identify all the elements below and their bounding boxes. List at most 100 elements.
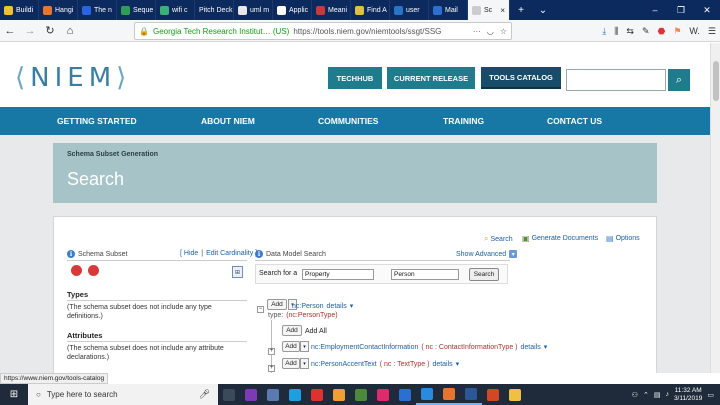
powerpoint-icon-glyph	[487, 388, 499, 401]
task-view-icon-glyph	[223, 388, 235, 401]
search-type-select[interactable]: Property	[302, 269, 374, 280]
remove-all-icon[interactable]	[88, 265, 99, 276]
taskbar-search-placeholder[interactable]: Type here to search	[47, 390, 118, 399]
divider	[67, 341, 247, 342]
add-button[interactable]: Add	[267, 299, 287, 310]
minecraft-icon-glyph	[355, 388, 367, 401]
add-button[interactable]: Add	[282, 341, 300, 352]
media-icon-glyph	[311, 388, 323, 401]
search-link-label[interactable]: Search	[490, 236, 512, 243]
clock[interactable]: 11:32 AM 3/11/2019	[674, 387, 702, 403]
data-model-search-header: i Data Model Search	[255, 250, 326, 258]
element-type: ( nc : TextType )	[379, 360, 430, 368]
data-model-search-title: Data Model Search	[266, 250, 326, 258]
show-advanced-link[interactable]: Show Advanced	[456, 251, 506, 258]
chevron-down-icon[interactable]: ▾	[509, 250, 518, 258]
word-icon-glyph	[465, 387, 477, 400]
details-link[interactable]: details	[432, 361, 452, 368]
system-tray: ⚇ ⌃ ▤ ♪ 11:32 AM 3/11/2019 ▭	[632, 387, 720, 403]
add-dropdown[interactable]: ▾	[300, 341, 309, 352]
tree-view-icon[interactable]: ⊞	[232, 266, 243, 278]
panel-content: ⌕ Search ▣ Generate Documents ▤ Options i S…	[0, 0, 710, 373]
firefox-icon[interactable]	[438, 384, 460, 405]
info-icon[interactable]: i	[255, 250, 263, 258]
task-view-icon[interactable]	[218, 384, 240, 405]
edit-cardinality-link[interactable]: Edit Cardinality ]	[206, 250, 257, 257]
status-bar-url: https://www.niem.gov/tools-catalog	[0, 373, 109, 384]
search-icon: ⌕	[484, 234, 489, 243]
attributes-text: (The schema subset does not include any …	[67, 345, 224, 361]
add-dropdown[interactable]: ▾	[300, 358, 309, 369]
windows-start-icon[interactable]: ⊞	[0, 384, 28, 405]
types-title: Types	[67, 290, 89, 299]
info-icon[interactable]: i	[67, 250, 75, 258]
collapse-toggle[interactable]: −	[257, 306, 264, 313]
add-all-label: Add All	[305, 328, 327, 335]
edge-icon[interactable]	[416, 384, 438, 405]
divider	[67, 300, 247, 301]
remove-icon[interactable]	[71, 265, 82, 276]
powerpoint-icon[interactable]	[482, 384, 504, 405]
hide-link[interactable]: [ Hide	[180, 250, 198, 257]
settings-app-icon[interactable]	[262, 384, 284, 405]
taskbar-apps	[218, 384, 526, 405]
expand-toggle[interactable]: +	[268, 348, 275, 355]
options-link[interactable]: ▤ Options	[606, 234, 640, 243]
search-button[interactable]: Search	[469, 268, 499, 281]
element-name[interactable]: nc:Person	[292, 303, 324, 310]
attributes-title: Attributes	[67, 331, 103, 340]
generate-documents-label[interactable]: Generate Documents	[532, 235, 599, 242]
chevron-down-icon[interactable]: ▾	[456, 360, 460, 368]
network-icon[interactable]: ▤	[654, 391, 661, 399]
slack-icon[interactable]	[372, 384, 394, 405]
element-name[interactable]: nc:EmploymentContactInformation	[311, 344, 418, 351]
onenote-icon-glyph	[245, 388, 257, 401]
scrollbar-thumb[interactable]	[713, 61, 719, 101]
generate-documents-link[interactable]: ▣ Generate Documents	[522, 234, 598, 243]
tree-root-row: nc:Person details ▾	[292, 302, 354, 311]
type-value: (nc:PersonType)	[286, 312, 338, 319]
paint-icon[interactable]	[504, 384, 526, 405]
clock-time: 11:32 AM	[674, 386, 702, 394]
edge-icon-glyph	[421, 387, 433, 400]
notification-icon[interactable]: ▭	[707, 391, 714, 399]
tray-up-icon[interactable]: ⌃	[643, 391, 649, 399]
sublime-icon[interactable]	[328, 384, 350, 405]
chevron-down-icon[interactable]: ▾	[544, 343, 548, 351]
tree-row: nc:PersonAccentText( nc : TextType ) deta…	[311, 360, 460, 369]
details-link[interactable]: details	[521, 344, 541, 351]
people-icon[interactable]: ⚇	[632, 391, 638, 399]
media-icon[interactable]	[306, 384, 328, 405]
search-term-input[interactable]: Person	[391, 269, 459, 280]
chevron-down-icon[interactable]: ▾	[350, 302, 354, 310]
skype-icon[interactable]	[284, 384, 306, 405]
word-icon[interactable]	[460, 384, 482, 405]
add-button[interactable]: Add	[282, 358, 300, 369]
search-link[interactable]: ⌕ Search	[484, 234, 513, 244]
sublime-icon-glyph	[333, 388, 345, 401]
minecraft-icon[interactable]	[350, 384, 372, 405]
microphone-icon[interactable]: 🎤︎	[199, 389, 210, 400]
outlook-icon[interactable]	[394, 384, 416, 405]
search-form: Search for a Property Person Search	[255, 264, 508, 284]
page-scrollbar[interactable]	[710, 43, 720, 373]
paint-icon-glyph	[509, 388, 521, 401]
search-icon: ○	[36, 390, 41, 399]
taskbar-search[interactable]: ○ Type here to search 🎤︎	[28, 384, 218, 405]
expand-toggle[interactable]: +	[268, 365, 275, 372]
schema-subset-header: i Schema Subset	[67, 250, 127, 258]
volume-icon[interactable]: ♪	[665, 391, 669, 398]
details-link[interactable]: details	[327, 303, 347, 310]
options-label[interactable]: Options	[616, 235, 640, 242]
divider	[67, 260, 247, 261]
type-label: type:	[268, 312, 284, 319]
element-type: ( nc : ContactInformationType )	[421, 343, 518, 351]
element-name[interactable]: nc:PersonAccentText	[311, 361, 377, 368]
onenote-icon[interactable]	[240, 384, 262, 405]
show-advanced-toggle[interactable]: Show Advanced ▾	[456, 250, 518, 258]
firefox-icon-glyph	[443, 387, 455, 400]
options-icon: ▤	[606, 234, 614, 243]
schema-subset-title: Schema Subset	[78, 250, 128, 258]
clock-date: 3/11/2019	[673, 394, 703, 402]
add-all-button[interactable]: Add	[282, 325, 302, 336]
